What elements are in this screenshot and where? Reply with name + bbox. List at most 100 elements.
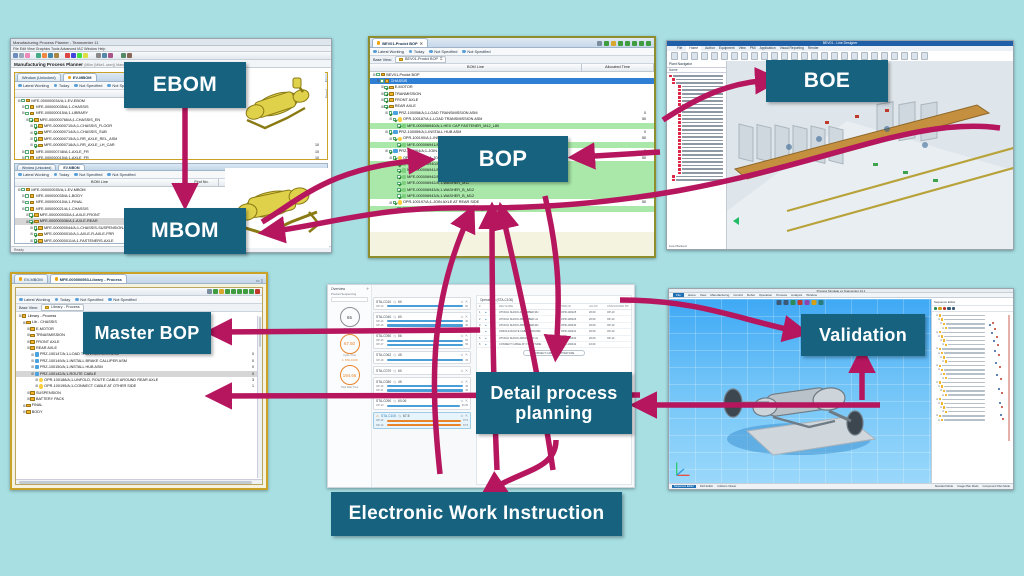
connect-cable-chip[interactable]: CONNECT CABLE AT OTHER SIDE	[523, 350, 585, 357]
ribbon-button[interactable]	[861, 52, 868, 60]
row-checkbox[interactable]	[33, 130, 38, 135]
settings-icon[interactable]: ⊙	[460, 380, 463, 384]
expand-icon[interactable]: ⊞	[31, 372, 35, 376]
row-checkbox[interactable]	[25, 207, 29, 211]
ribbon-button[interactable]	[691, 52, 698, 60]
ribbon-button[interactable]	[751, 52, 758, 60]
baseview-library[interactable]: Base View: Library - Process	[16, 304, 262, 312]
toolbar-icon[interactable]	[646, 41, 651, 46]
filter-today[interactable]: Today	[408, 49, 424, 54]
ribbon-button[interactable]	[841, 52, 848, 60]
operations-row[interactable]: 6 ● ⌁ CONNECT CABLE AT OTHER SIDE OPR-100242…	[477, 342, 631, 349]
row-checkbox[interactable]	[397, 124, 401, 128]
label-master-bop[interactable]: Master BOP	[83, 312, 211, 354]
filter-not-specified-2[interactable]: Not Specified	[462, 49, 491, 54]
ribbon-button[interactable]	[671, 52, 678, 60]
station-card[interactable]: ⚠ STA-C100 ◷ 67.5 ⊙ ⇱ OP-12 67.5 OP-14 67.5	[373, 411, 471, 430]
toolbar-icon[interactable]	[96, 53, 101, 58]
station-card[interactable]: STA-C050 ◷ 56 ⊙ ⇱ OP-16 56 OP-17 56	[373, 331, 471, 349]
toolbar-icon[interactable]	[231, 289, 236, 294]
vertical-scrollbar[interactable]	[257, 316, 262, 478]
row-checkbox[interactable]	[21, 187, 25, 192]
station-operation-row[interactable]: OP-11 45	[376, 389, 468, 392]
settings-icon[interactable]: ⊙	[460, 414, 463, 418]
ribbon-button[interactable]	[871, 52, 878, 60]
row-checkbox[interactable]	[33, 239, 38, 243]
toolbar-icon[interactable]	[42, 53, 47, 58]
tab-bev01-product-bop[interactable]: BEV01-Prodct BOP ✕	[372, 38, 429, 48]
ribbon-tab-view[interactable]: View	[739, 46, 746, 51]
row-checkbox[interactable]	[29, 213, 33, 218]
ribbon-button[interactable]	[791, 52, 798, 60]
row-checkbox[interactable]	[33, 226, 38, 230]
filter-latest-working[interactable]: Latest Working	[18, 172, 49, 177]
ribbon-button[interactable]	[911, 52, 918, 60]
tab-ev-mbom[interactable]: EV-MBOM	[62, 73, 97, 81]
toolbar-icon[interactable]	[604, 41, 609, 46]
label-bop[interactable]: BOP	[438, 136, 568, 182]
label-ebom[interactable]: EBOM	[124, 62, 246, 108]
row-checkbox[interactable]	[384, 85, 388, 90]
pause-icon[interactable]	[938, 307, 942, 311]
ribbon-button[interactable]	[851, 52, 858, 60]
filter-today[interactable]: Today	[53, 172, 69, 177]
row-checkbox[interactable]	[29, 118, 33, 122]
footer-mode-component-plan-mode[interactable]: Component Plan Mode	[983, 485, 1011, 488]
window-library-process[interactable]: EV-MBOM MFE-000006953-Library - Process …	[10, 272, 268, 490]
ribbon-button[interactable]	[781, 52, 788, 60]
toolbar-icon[interactable]	[13, 53, 18, 58]
expand-icon[interactable]: ⊞	[31, 353, 35, 357]
footer-tab-path-editor[interactable]: Path Editor	[700, 485, 713, 488]
row-checkbox[interactable]	[397, 162, 401, 166]
sim-tab-robot[interactable]: Robot	[747, 293, 755, 297]
filterbar-bop[interactable]: Latest Working Today Not Specified Not S…	[370, 48, 654, 56]
station-operation-row[interactable]: OP-14 40	[376, 320, 468, 323]
expand-icon[interactable]: ⇱	[465, 399, 468, 403]
filter-not-specified-2[interactable]: Not Specified	[108, 297, 137, 302]
toolbar-icon[interactable]	[19, 53, 24, 58]
ribbon-button[interactable]	[731, 52, 738, 60]
station-operation-row[interactable]: OP-10 60	[376, 305, 468, 308]
expand-icon[interactable]: ⇱	[465, 353, 468, 357]
toolbar-icon[interactable]	[65, 53, 70, 58]
label-validation[interactable]: Validation	[801, 314, 925, 356]
ribbon-button[interactable]	[811, 52, 818, 60]
overview-rail[interactable]: Overview ✛ Product Sequencing 65 Takt Tim…	[328, 285, 372, 487]
simulate-ribbon-tabs[interactable]: File Home View Manufacturing Control Robot Ope…	[669, 293, 1013, 298]
toolbar-icon[interactable]	[255, 289, 260, 294]
navigator-row[interactable]	[667, 178, 726, 182]
close-icon[interactable]: ✕	[420, 39, 423, 48]
toolbar-icon[interactable]	[102, 53, 107, 58]
toolbar-icon[interactable]	[639, 41, 644, 46]
forward-icon[interactable]	[951, 307, 955, 311]
row-checkbox[interactable]	[25, 194, 29, 198]
station-operation-row[interactable]: OP-18 45	[376, 359, 468, 362]
tab-ev-mbom[interactable]: EV-MBOM	[14, 274, 48, 283]
row-checkbox[interactable]	[384, 104, 388, 109]
sim-tab-view[interactable]: View	[700, 293, 706, 297]
ribbon-button[interactable]	[921, 52, 928, 60]
toolbar-icon[interactable]	[71, 53, 76, 58]
ribbon-button[interactable]	[821, 52, 828, 60]
tree-row[interactable]: ⊞ MFE-000000015/A;1-AXLE_FR 10	[15, 155, 327, 159]
toolbar-icon[interactable]	[237, 289, 242, 294]
sim-tab-analysis[interactable]: Analysis	[791, 293, 802, 297]
ribbon-button[interactable]	[891, 52, 898, 60]
toolbar-icon[interactable]	[127, 53, 132, 58]
filter-not-specified-1[interactable]: Not Specified	[429, 49, 457, 54]
expand-icon[interactable]: ⇱	[465, 300, 468, 304]
row-checkbox[interactable]	[388, 130, 393, 134]
row-checkbox[interactable]	[380, 79, 384, 83]
toolbar-icon[interactable]	[625, 41, 630, 46]
row-checkbox[interactable]	[25, 200, 29, 205]
row-checkbox[interactable]	[392, 155, 397, 160]
pin-icon[interactable]: ✛	[366, 287, 369, 291]
row-checkbox[interactable]	[392, 117, 397, 122]
station-operation-row[interactable]: OP-16 45	[376, 385, 468, 388]
filter-not-specified-1[interactable]: Not Specified	[75, 297, 103, 302]
play-icon[interactable]	[934, 307, 938, 311]
navigator-rows[interactable]	[667, 73, 726, 182]
ribbon-tab-file[interactable]: File	[677, 46, 682, 51]
toolbar-icon[interactable]	[36, 53, 41, 58]
label-boe[interactable]: BOE	[766, 60, 888, 102]
